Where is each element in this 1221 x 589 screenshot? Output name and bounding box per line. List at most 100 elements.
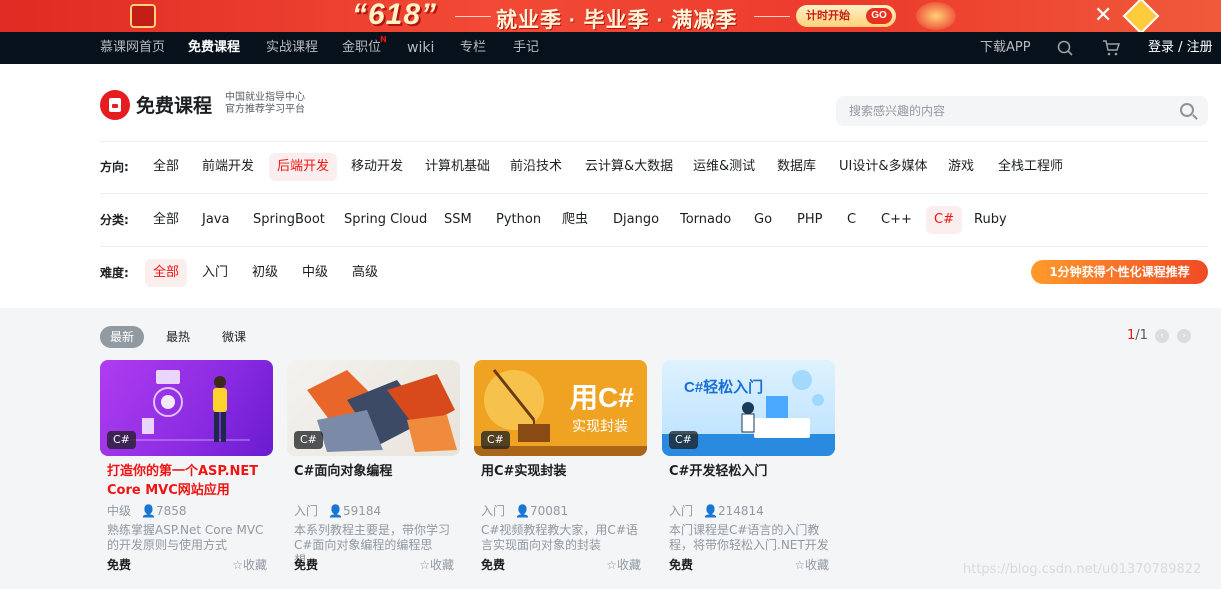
total-pages: /1 (1135, 328, 1148, 343)
favorite-button[interactable]: ☆收藏 (606, 556, 641, 573)
direction-option[interactable]: 游戏 (940, 153, 982, 181)
page-title: 免费课程 (136, 95, 213, 117)
nav-wiki[interactable]: wiki (407, 32, 434, 64)
star-icon: ☆ (419, 558, 430, 572)
banner-divider (754, 16, 790, 17)
divider (100, 141, 1208, 142)
category-option[interactable]: Ruby (966, 206, 1015, 234)
category-option[interactable]: Java (194, 206, 237, 234)
learner-count: 70081 (529, 504, 569, 518)
category-option[interactable]: Django (605, 206, 667, 234)
difficulty-option[interactable]: 高级 (344, 259, 386, 287)
promo-banner[interactable]: “618” 就业季 · 毕业季 · 满减季 计时开始 GO ✕ (0, 0, 1221, 32)
favorite-button[interactable]: ☆收藏 (232, 556, 267, 573)
category-option[interactable]: C++ (873, 206, 920, 234)
course-card[interactable]: C# 打造你的第一个ASP.NET Core MVC网站应用 中级 👤7858 熟… (100, 360, 273, 589)
personalized-recommend-button[interactable]: 1分钟获得个性化课程推荐 (1031, 260, 1208, 284)
category-option[interactable]: Go (746, 206, 780, 234)
next-page-icon[interactable]: › (1177, 329, 1191, 343)
course-title[interactable]: 用C#实现封装 (481, 462, 643, 481)
nav-free-courses[interactable]: 免费课程 (188, 32, 240, 64)
category-option[interactable]: SpringBoot (245, 206, 333, 234)
course-title[interactable]: C#开发轻松入门 (669, 462, 831, 481)
direction-option[interactable]: 全部 (145, 153, 187, 181)
promo-slogan: 就业季 · 毕业季 · 满减季 (496, 9, 738, 32)
direction-option[interactable]: 计算机基础 (417, 153, 498, 181)
difficulty-option[interactable]: 全部 (145, 259, 188, 287)
category-option[interactable]: Tornado (672, 206, 739, 234)
category-option[interactable]: PHP (789, 206, 830, 234)
course-price: 免费 (481, 558, 506, 572)
course-card[interactable]: 用C# 实现封装 C# 用C#实现封装 入门 👤70081 C#视频教程教大家，用… (474, 360, 647, 589)
direction-option[interactable]: UI设计&多媒体 (831, 153, 936, 181)
direction-option[interactable]: 后端开发 (269, 153, 338, 181)
learner-count: 59184 (342, 504, 382, 518)
thumbnail-subheading: 实现封装 (572, 419, 628, 435)
nav-home[interactable]: 慕课网首页 (100, 32, 165, 64)
favorite-button[interactable]: ☆收藏 (794, 556, 829, 573)
difficulty-option[interactable]: 入门 (194, 259, 236, 287)
course-card[interactable]: C#轻松入门 C# C#开发轻松入门 入门 👤214814 本门课程是C#语言的入… (662, 360, 835, 589)
category-option[interactable]: 全部 (145, 206, 187, 234)
user-icon: 👤 (515, 504, 530, 518)
login-register-link[interactable]: 登录 / 注册 (1148, 32, 1213, 64)
direction-option[interactable]: 云计算&大数据 (577, 153, 681, 181)
star-icon: ☆ (606, 558, 617, 572)
nav-practical-courses[interactable]: 实战课程 (266, 32, 318, 64)
category-option[interactable]: C (839, 206, 864, 234)
category-option[interactable]: SSM (436, 206, 480, 234)
course-title[interactable]: 打造你的第一个ASP.NET Core MVC网站应用 (107, 462, 269, 500)
difficulty-option[interactable]: 中级 (294, 259, 336, 287)
direction-option[interactable]: 前沿技术 (502, 153, 570, 181)
course-meta: 中级 👤7858 (107, 502, 187, 519)
sort-micro-tab[interactable]: 微课 (212, 326, 256, 348)
favorite-button[interactable]: ☆收藏 (419, 556, 454, 573)
direction-option[interactable]: 全栈工程师 (990, 153, 1071, 181)
search-box (836, 96, 1208, 126)
course-description: 熟练掌握ASP.Net Core MVC的开发原则与使用方式 (107, 523, 264, 552)
direction-option[interactable]: 前端开发 (194, 153, 262, 181)
divider (100, 246, 1208, 247)
course-title[interactable]: C#面向对象编程 (294, 462, 456, 481)
learner-count: 7858 (155, 504, 187, 518)
category-option[interactable]: Python (488, 206, 549, 234)
nav-notes[interactable]: 手记 (513, 32, 539, 64)
course-tag: C# (481, 431, 510, 449)
sort-hottest-tab[interactable]: 最热 (156, 326, 200, 348)
direction-option[interactable]: 移动开发 (343, 153, 411, 181)
prev-page-icon[interactable]: ‹ (1155, 329, 1169, 343)
course-thumbnail: C#轻松入门 C# (662, 360, 835, 456)
pagination: 1/1 ‹ › (1127, 328, 1191, 343)
new-badge: N (380, 35, 387, 44)
direction-filter: 方向: 全部 前端开发 后端开发 移动开发 计算机基础 前沿技术 云计算&大数据… (100, 153, 1208, 181)
category-label: 分类: (100, 213, 129, 227)
cart-icon[interactable] (1102, 40, 1121, 60)
difficulty-label: 难度: (100, 266, 129, 280)
search-icon[interactable] (1057, 40, 1073, 60)
search-input[interactable] (836, 96, 1166, 126)
nav-column[interactable]: 专栏 (460, 32, 486, 64)
nav-jobs[interactable]: 金职位 (342, 32, 381, 64)
category-filter: 分类: 全部 Java SpringBoot Spring Cloud SSM … (100, 206, 1208, 234)
download-app-link[interactable]: 下载APP (980, 32, 1031, 64)
runner-illustration-icon (916, 2, 956, 30)
category-option[interactable]: 爬虫 (554, 206, 596, 234)
direction-option[interactable]: 运维&测试 (685, 153, 763, 181)
promo-cta-button[interactable]: 计时开始 GO (796, 5, 896, 27)
course-level: 入门 (294, 504, 319, 518)
course-meta: 入门 👤70081 (481, 502, 568, 519)
course-tag: C# (294, 431, 323, 449)
course-level: 入门 (481, 504, 506, 518)
course-card[interactable]: C# C#面向对象编程 入门 👤59184 本系列教程主要是，带你学习C#面向对象… (287, 360, 460, 589)
category-option[interactable]: Spring Cloud (336, 206, 435, 234)
user-icon: 👤 (328, 504, 343, 518)
category-option[interactable]: C# (926, 206, 962, 234)
close-icon[interactable]: ✕ (1094, 3, 1112, 29)
difficulty-option[interactable]: 初级 (244, 259, 286, 287)
course-thumbnail: 用C# 实现封装 C# (474, 360, 647, 456)
search-icon[interactable] (1180, 103, 1194, 117)
sort-latest-tab[interactable]: 最新 (100, 326, 145, 348)
direction-option[interactable]: 数据库 (769, 153, 824, 181)
promo-cta-label: 计时开始 (806, 10, 850, 22)
page-subtitle: 中国就业指导中心 官方推荐学习平台 (225, 92, 305, 116)
